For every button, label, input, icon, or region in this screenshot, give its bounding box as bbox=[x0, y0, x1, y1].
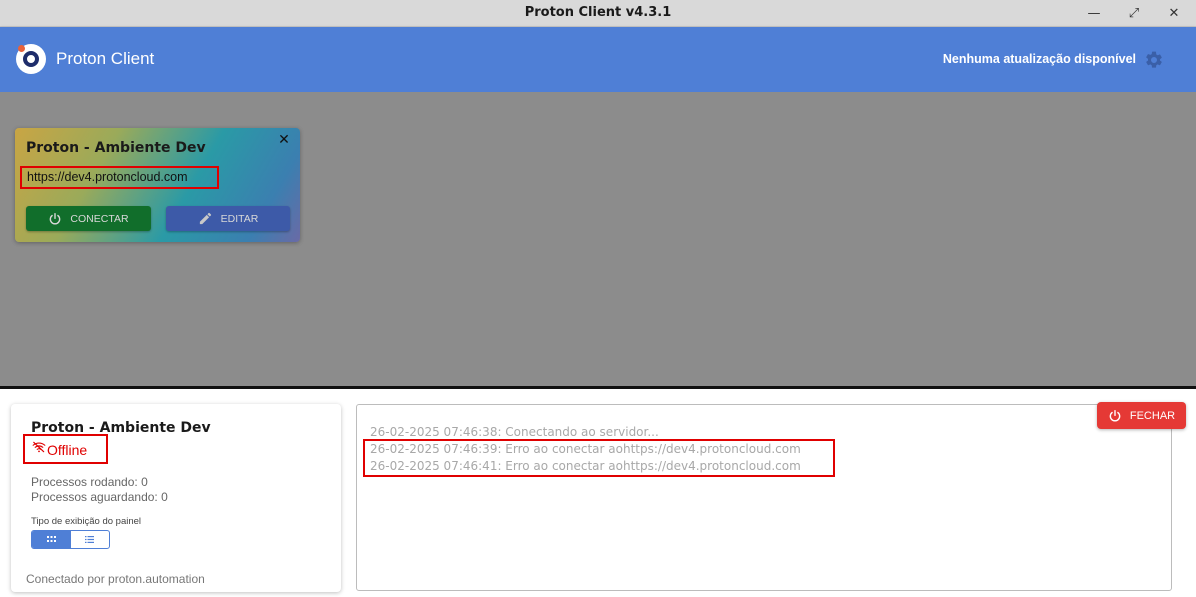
view-type-label: Tipo de exibição do painel bbox=[31, 516, 142, 527]
wifi-off-icon bbox=[32, 441, 46, 453]
log-panel[interactable]: 26-02-2025 07:46:38: Conectando ao servi… bbox=[356, 404, 1172, 591]
view-toggle bbox=[31, 530, 110, 549]
error-highlight bbox=[363, 439, 835, 477]
list-icon bbox=[85, 536, 95, 543]
processes-waiting: Processos aguardando: 0 bbox=[31, 490, 168, 504]
gear-icon[interactable] bbox=[1144, 50, 1164, 70]
maximize-button[interactable]: ⤢ bbox=[1123, 3, 1145, 23]
close-window-button[interactable]: ✕ bbox=[1163, 3, 1185, 23]
pencil-icon bbox=[199, 212, 211, 225]
connected-by: Conectado por proton.automation bbox=[26, 572, 205, 586]
window-title: Proton Client v4.3.1 bbox=[524, 5, 672, 20]
edit-button[interactable]: EDITAR bbox=[166, 206, 290, 231]
connection-status: Offline bbox=[23, 434, 108, 464]
log-line: 26-02-2025 07:46:38: Conectando ao servi… bbox=[370, 425, 659, 439]
processes-running: Processos rodando: 0 bbox=[31, 475, 148, 489]
power-icon bbox=[1109, 409, 1121, 421]
proton-logo-icon bbox=[16, 44, 46, 74]
main-area: Proton - Ambiente Dev ✕ https://dev4.pro… bbox=[0, 92, 1196, 386]
app-header: Proton Client Nenhuma atualização dispon… bbox=[0, 27, 1196, 92]
bottom-panel: Proton - Ambiente Dev Offline Processos … bbox=[0, 386, 1196, 597]
close-label: FECHAR bbox=[1129, 409, 1176, 422]
edit-label: EDITAR bbox=[220, 212, 259, 225]
connect-button[interactable]: CONECTAR bbox=[26, 206, 151, 231]
close-icon[interactable]: ✕ bbox=[277, 133, 291, 147]
app-name: Proton Client bbox=[56, 49, 155, 68]
grid-view-button[interactable] bbox=[32, 531, 71, 548]
server-card[interactable]: Proton - Ambiente Dev ✕ https://dev4.pro… bbox=[15, 128, 300, 242]
grid-icon bbox=[46, 536, 56, 542]
connect-label: CONECTAR bbox=[70, 212, 129, 225]
minimize-button[interactable]: — bbox=[1083, 3, 1105, 23]
server-card-title: Proton - Ambiente Dev bbox=[26, 140, 206, 156]
update-status: Nenhuma atualização disponível bbox=[942, 52, 1136, 66]
status-card: Proton - Ambiente Dev Offline Processos … bbox=[11, 404, 341, 592]
window-titlebar: Proton Client v4.3.1 — ⤢ ✕ bbox=[0, 0, 1196, 27]
list-view-button[interactable] bbox=[71, 531, 110, 548]
status-badge: Offline bbox=[47, 442, 88, 458]
server-url: https://dev4.protoncloud.com bbox=[20, 166, 219, 189]
close-button[interactable]: FECHAR bbox=[1097, 402, 1186, 429]
power-icon bbox=[50, 212, 61, 224]
